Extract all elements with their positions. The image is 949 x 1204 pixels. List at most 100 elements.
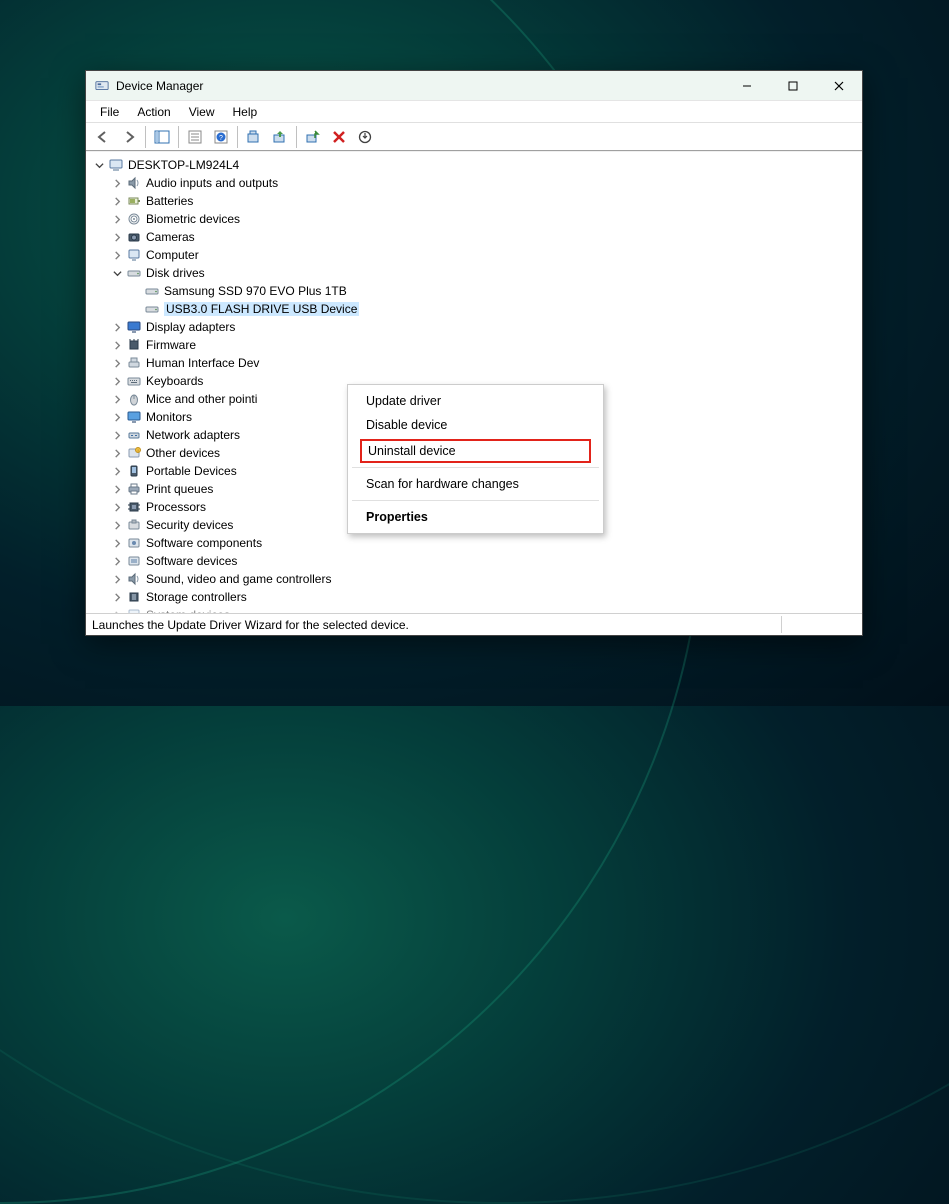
tree-root[interactable]: DESKTOP-LM924L4: [92, 156, 856, 174]
tree-category[interactable]: System devices: [92, 606, 856, 613]
minimize-button[interactable]: [724, 71, 770, 101]
software-devices-icon: [126, 553, 142, 569]
device-manager-window: Device Manager File Action View Help ?: [85, 70, 863, 636]
tree-label: Keyboards: [146, 374, 203, 388]
tree-category[interactable]: Audio inputs and outputs: [92, 174, 856, 192]
tree-label: DESKTOP-LM924L4: [128, 158, 239, 172]
chevron-right-icon[interactable]: [110, 356, 124, 370]
tree-category[interactable]: Sound, video and game controllers: [92, 570, 856, 588]
help-button[interactable]: ?: [209, 125, 233, 149]
chevron-right-icon[interactable]: [110, 176, 124, 190]
toolbar: ?: [86, 123, 862, 151]
menu-file[interactable]: File: [92, 103, 127, 121]
computer-icon: [108, 157, 124, 173]
tree-category[interactable]: Batteries: [92, 192, 856, 210]
chevron-right-icon[interactable]: [110, 392, 124, 406]
tree-device[interactable]: Samsung SSD 970 EVO Plus 1TB: [92, 282, 856, 300]
chevron-right-icon[interactable]: [110, 338, 124, 352]
chevron-right-icon[interactable]: [110, 572, 124, 586]
chevron-right-icon[interactable]: [110, 428, 124, 442]
tree-category[interactable]: Software components: [92, 534, 856, 552]
menubar: File Action View Help: [86, 101, 862, 123]
close-button[interactable]: [816, 71, 862, 101]
chevron-right-icon[interactable]: [110, 500, 124, 514]
chevron-right-icon[interactable]: [110, 248, 124, 262]
chevron-right-icon[interactable]: [110, 194, 124, 208]
tree-label: Cameras: [146, 230, 195, 244]
toolbar-separator: [296, 126, 297, 148]
tree-category[interactable]: Storage controllers: [92, 588, 856, 606]
ctx-uninstall-device[interactable]: Uninstall device: [362, 441, 589, 461]
tree-category[interactable]: Cameras: [92, 228, 856, 246]
uninstall-button[interactable]: [353, 125, 377, 149]
chevron-right-icon[interactable]: [110, 536, 124, 550]
tree-label: Network adapters: [146, 428, 240, 442]
properties-button[interactable]: [183, 125, 207, 149]
chevron-right-icon[interactable]: [110, 410, 124, 424]
menu-help[interactable]: Help: [225, 103, 266, 121]
tree-label: Firmware: [146, 338, 196, 352]
ctx-properties[interactable]: Properties: [350, 505, 601, 529]
chevron-right-icon[interactable]: [110, 518, 124, 532]
titlebar[interactable]: Device Manager: [86, 71, 862, 101]
chevron-down-icon[interactable]: [110, 266, 124, 280]
ctx-disable-device[interactable]: Disable device: [350, 413, 601, 437]
update-driver-button[interactable]: [268, 125, 292, 149]
svg-text:!: !: [137, 448, 138, 453]
chevron-right-icon[interactable]: [110, 590, 124, 604]
chevron-right-icon[interactable]: [110, 320, 124, 334]
tree-category[interactable]: Display adapters: [92, 318, 856, 336]
tree-label: Portable Devices: [146, 464, 237, 478]
biometric-icon: [126, 211, 142, 227]
statusbar: Launches the Update Driver Wizard for th…: [86, 613, 862, 635]
forward-button[interactable]: [117, 125, 141, 149]
svg-text:?: ?: [219, 135, 223, 142]
menu-action[interactable]: Action: [129, 103, 178, 121]
keyboard-icon: [126, 373, 142, 389]
chevron-right-icon[interactable]: [110, 374, 124, 388]
tree-category-disk-drives[interactable]: Disk drives: [92, 264, 856, 282]
status-text: Launches the Update Driver Wizard for th…: [92, 618, 409, 632]
scan-button[interactable]: [242, 125, 266, 149]
chevron-right-icon[interactable]: [110, 464, 124, 478]
computer-icon: [126, 247, 142, 263]
app-icon: [94, 78, 110, 94]
display-icon: [126, 319, 142, 335]
menu-view[interactable]: View: [181, 103, 223, 121]
tree-label: Biometric devices: [146, 212, 240, 226]
tree-label: Samsung SSD 970 EVO Plus 1TB: [164, 284, 347, 298]
chevron-right-icon[interactable]: [110, 212, 124, 226]
tree-category[interactable]: Software devices: [92, 552, 856, 570]
toolbar-separator: [145, 126, 146, 148]
tree-label: Other devices: [146, 446, 220, 460]
chevron-right-icon[interactable]: [110, 482, 124, 496]
tree-label: Software devices: [146, 554, 237, 568]
chevron-right-icon[interactable]: [110, 554, 124, 568]
maximize-button[interactable]: [770, 71, 816, 101]
tree-label: Sound, video and game controllers: [146, 572, 331, 586]
ctx-scan-hardware[interactable]: Scan for hardware changes: [350, 472, 601, 496]
ctx-update-driver[interactable]: Update driver: [350, 389, 601, 413]
tree-label: Print queues: [146, 482, 213, 496]
tree-label: Audio inputs and outputs: [146, 176, 278, 190]
chevron-right-icon[interactable]: [110, 446, 124, 460]
chevron-right-icon[interactable]: [110, 230, 124, 244]
chevron-down-icon[interactable]: [92, 158, 106, 172]
back-button[interactable]: [91, 125, 115, 149]
tree-device-selected[interactable]: USB3.0 FLASH DRIVE USB Device: [92, 300, 856, 318]
chevron-spacer: [128, 284, 142, 298]
tree-category[interactable]: Computer: [92, 246, 856, 264]
tree-category[interactable]: Human Interface Dev: [92, 354, 856, 372]
tree-category[interactable]: Firmware: [92, 336, 856, 354]
show-hide-tree-button[interactable]: [150, 125, 174, 149]
context-menu: Update driver Disable device Uninstall d…: [347, 384, 604, 534]
tree-label: Mice and other pointi: [146, 392, 257, 406]
network-icon: [126, 427, 142, 443]
window-title: Device Manager: [116, 79, 724, 93]
camera-icon: [126, 229, 142, 245]
tree-category[interactable]: Biometric devices: [92, 210, 856, 228]
processor-icon: [126, 499, 142, 515]
enable-button[interactable]: [301, 125, 325, 149]
mouse-icon: [126, 391, 142, 407]
disable-button[interactable]: [327, 125, 351, 149]
